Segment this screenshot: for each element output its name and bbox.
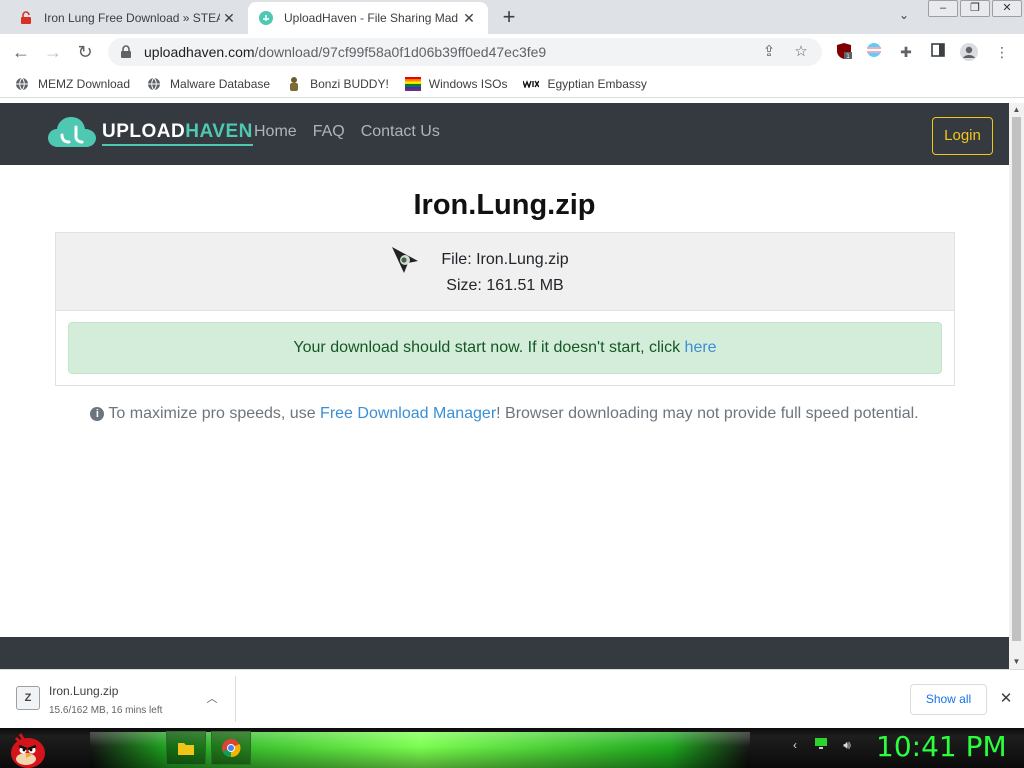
- system-tray: ‹ 🔊︎: [786, 736, 864, 754]
- bookmark-item[interactable]: Egyptian Embassy: [523, 76, 647, 92]
- globe-icon: [14, 76, 30, 92]
- rainbow-flag-icon: [404, 76, 421, 92]
- scrollbar-thumb[interactable]: [1012, 117, 1021, 641]
- profile-avatar-icon[interactable]: [959, 42, 979, 62]
- fdm-link[interactable]: Free Download Manager: [320, 405, 496, 422]
- extensions-puzzle-icon[interactable]: ✚: [896, 42, 916, 62]
- ublock-extension-icon[interactable]: 1: [834, 42, 854, 62]
- bookmark-item[interactable]: MEMZ Download: [14, 76, 130, 92]
- bookmark-label: Egyptian Embassy: [547, 76, 647, 91]
- taskbar-chrome[interactable]: [211, 731, 251, 765]
- volume-icon[interactable]: 🔊︎: [838, 736, 856, 754]
- site-navbar: UPLOADHAVEN Home FAQ Contact Us Login: [0, 103, 1009, 165]
- nav-home-link[interactable]: Home: [254, 123, 297, 141]
- padlock-icon[interactable]: [120, 45, 134, 59]
- bookmark-label: Windows ISOs: [428, 76, 508, 91]
- extension-badge: 1: [846, 53, 850, 60]
- cloud-logo-icon: [48, 117, 96, 147]
- bookmark-star-icon[interactable]: ☆: [791, 42, 811, 62]
- logo-text: UPLOADHAVEN: [102, 121, 253, 146]
- window-controls: – ❐ ✕: [928, 0, 1024, 18]
- close-shelf-icon[interactable]: ✕: [996, 689, 1016, 709]
- tab-title: Iron Lung Free Download » STEA: [44, 11, 220, 25]
- lock-favicon-icon: [18, 10, 34, 26]
- chrome-icon: [222, 739, 241, 758]
- url-host: uploadhaven.com: [144, 44, 255, 60]
- tab-title: UploadHaven - File Sharing Mad: [284, 11, 459, 25]
- bonzi-gorilla-icon: [286, 76, 302, 92]
- network-icon[interactable]: [812, 736, 830, 754]
- more-menu-icon[interactable]: ⋮: [992, 42, 1012, 62]
- bookmark-label: Malware Database: [170, 76, 271, 91]
- page-scrollbar[interactable]: ▲ ▼: [1009, 103, 1024, 669]
- tab-iron-lung[interactable]: Iron Lung Free Download » STEA ✕: [8, 2, 248, 34]
- nav-contact-link[interactable]: Contact Us: [361, 123, 440, 141]
- download-item[interactable]: Z Iron.Lung.zip 15.6/162 MB, 16 mins lef…: [8, 676, 236, 722]
- url-path: /download/97cf99f58a0f1d06b39ff0ed47ec3f…: [254, 44, 547, 60]
- tip-text-before: To maximize pro speeds, use: [108, 405, 321, 422]
- show-all-button[interactable]: Show all: [910, 684, 987, 715]
- speed-tip: i To maximize pro speeds, use Free Downlo…: [0, 405, 1009, 423]
- bookmark-label: Bonzi BUDDY!: [310, 76, 389, 91]
- download-alert: Your download should start now. If it do…: [68, 322, 942, 374]
- download-status: 15.6/162 MB, 16 mins left: [49, 705, 163, 716]
- browser-toolbar: ← → ↻ uploadhaven.com/download/97cf99f58…: [0, 34, 1024, 70]
- download-name: Iron.Lung.zip: [49, 684, 119, 698]
- reload-icon[interactable]: ↻: [72, 40, 98, 66]
- tab-close-icon[interactable]: ✕: [220, 9, 238, 27]
- folder-icon: [178, 743, 194, 755]
- page-title: Iron.Lung.zip: [413, 189, 596, 221]
- bookmarks-bar: MEMZ Download Malware Database Bonzi BUD…: [0, 70, 1024, 98]
- minimize-button[interactable]: –: [928, 0, 958, 17]
- login-button[interactable]: Login: [932, 117, 993, 155]
- alert-here-link[interactable]: here: [685, 339, 717, 356]
- bookmark-item[interactable]: Windows ISOs: [404, 76, 508, 92]
- wix-logo-icon: [523, 76, 540, 92]
- globe-icon: [146, 76, 162, 92]
- tray-expand-icon[interactable]: ‹: [786, 736, 804, 754]
- maximize-button[interactable]: ❐: [960, 0, 990, 17]
- file-card: File: Iron.Lung.zip Size: 161.51 MB Your…: [55, 232, 955, 386]
- tab-search-chevron-icon[interactable]: ⌄: [893, 8, 915, 28]
- site-nav-links: Home FAQ Contact Us: [254, 123, 456, 141]
- tab-close-icon[interactable]: ✕: [460, 9, 478, 27]
- tip-text-after: ! Browser downloading may not provide fu…: [496, 405, 919, 422]
- share-icon[interactable]: ⇪: [759, 42, 779, 62]
- tab-uploadhaven[interactable]: UploadHaven - File Sharing Mad ✕: [248, 2, 488, 34]
- taskbar: ‹ 🔊︎ 10:41 PM: [0, 728, 1024, 768]
- file-card-header: File: Iron.Lung.zip Size: 161.51 MB: [56, 233, 954, 311]
- close-window-button[interactable]: ✕: [992, 0, 1022, 17]
- zip-file-icon: Z: [16, 686, 40, 710]
- scroll-up-arrow-icon[interactable]: ▲: [1009, 103, 1024, 117]
- forward-arrow-icon[interactable]: →: [40, 40, 66, 66]
- download-shelf: Z Iron.Lung.zip 15.6/162 MB, 16 mins lef…: [0, 669, 1024, 728]
- bookmark-label: MEMZ Download: [38, 76, 131, 91]
- nav-faq-link[interactable]: FAQ: [313, 123, 345, 141]
- taskbar-clock[interactable]: 10:41 PM: [876, 730, 1007, 763]
- bookmark-item[interactable]: Bonzi BUDDY!: [286, 76, 389, 92]
- info-icon: i: [90, 407, 105, 421]
- bookmark-item[interactable]: Malware Database: [146, 76, 270, 92]
- uploadhaven-favicon-icon: [258, 10, 274, 26]
- site-footer: [0, 637, 1009, 669]
- back-arrow-icon[interactable]: ←: [8, 40, 34, 66]
- flag-extension-icon[interactable]: [864, 42, 884, 62]
- new-tab-button[interactable]: +: [496, 5, 522, 31]
- angry-bird-start-icon[interactable]: [6, 728, 48, 768]
- file-size-line: Size: 161.51 MB: [446, 277, 564, 294]
- file-name-line: File: Iron.Lung.zip: [441, 251, 569, 268]
- side-panel-icon[interactable]: [928, 42, 948, 62]
- tab-strip: Iron Lung Free Download » STEA ✕ UploadH…: [0, 0, 1024, 34]
- address-bar[interactable]: uploadhaven.com/download/97cf99f58a0f1d0…: [108, 38, 822, 66]
- alert-text: Your download should start now. If it do…: [293, 339, 685, 356]
- chevron-up-icon[interactable]: ︿: [204, 690, 220, 706]
- uploadhaven-logo[interactable]: UPLOADHAVEN: [46, 113, 253, 153]
- taskbar-explorer[interactable]: [166, 731, 206, 765]
- scroll-down-arrow-icon[interactable]: ▼: [1009, 655, 1024, 669]
- file-info: File: Iron.Lung.zip Size: 161.51 MB: [56, 247, 954, 299]
- web-page: UPLOADHAVEN Home FAQ Contact Us Login Ir…: [0, 103, 1009, 669]
